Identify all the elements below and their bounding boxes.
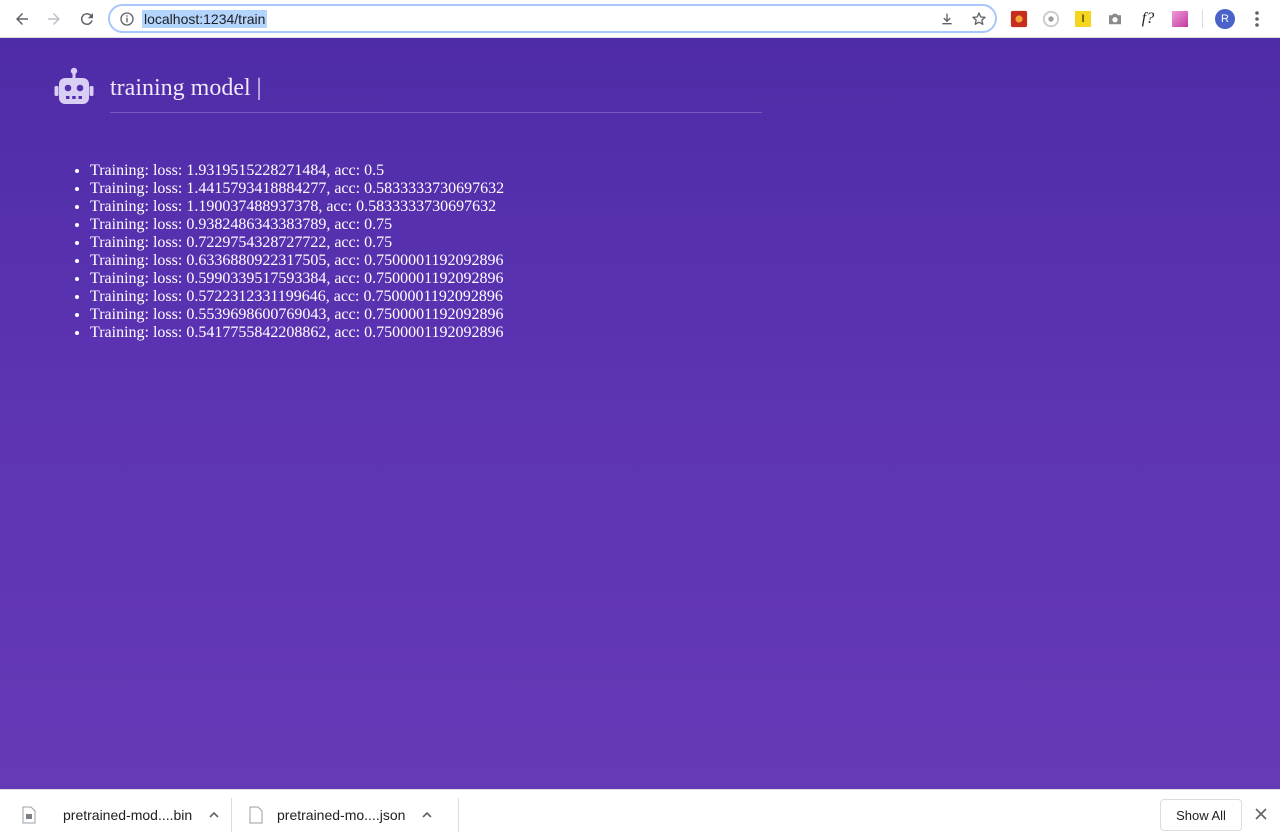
reload-button[interactable] [76,8,98,30]
training-log-entry: Training: loss: 0.6336880922317505, acc:… [90,252,504,270]
file-json-icon [249,806,263,824]
file-bin-icon [22,806,36,824]
training-log: Training: loss: 1.9319515228271484, acc:… [90,162,504,342]
ext-yellow-icon[interactable]: I [1073,9,1093,29]
address-bar[interactable]: localhost:1234/train [108,4,997,33]
training-log-entry: Training: loss: 1.190037488937378, acc: … [90,198,504,216]
ext-circle-icon[interactable] [1041,9,1061,29]
training-log-entry: Training: loss: 0.5417755842208862, acc:… [90,324,504,342]
arrow-left-icon [16,13,28,25]
profile-avatar[interactable]: R [1215,9,1235,29]
back-button[interactable] [11,8,33,30]
info-icon[interactable] [119,11,135,27]
install-download-icon[interactable] [939,11,955,27]
robot-icon [54,67,94,104]
toolbar-divider [1202,10,1203,28]
more-menu-icon[interactable] [1248,9,1266,29]
forward-button[interactable] [43,8,65,30]
training-log-entry: Training: loss: 0.5990339517593384, acc:… [90,270,504,288]
chevron-up-icon[interactable] [421,809,433,821]
download-item-bin[interactable]: pretrained-mod....bin [22,790,220,839]
reload-icon [80,13,93,26]
close-icon[interactable] [1254,807,1268,821]
training-log-entry: Training: loss: 0.7229754328727722, acc:… [90,234,504,252]
font-f-icon[interactable]: f? [1138,9,1158,29]
download-item-json[interactable]: pretrained-mo....json [249,790,433,839]
training-log-entry: Training: loss: 0.5539698600769043, acc:… [90,306,504,324]
training-log-entry: Training: loss: 0.9382486343383789, acc:… [90,216,504,234]
download-filename: pretrained-mod....bin [63,807,193,823]
download-filename: pretrained-mo....json [277,807,406,823]
download-divider [458,798,459,832]
browser-toolbar: localhost:1234/train I f? R [0,0,1280,38]
gradient-icon[interactable] [1170,9,1190,29]
download-shelf: pretrained-mod....bin pretrained-mo....j… [0,789,1280,839]
download-divider [231,798,232,832]
arrow-right-icon [48,13,60,25]
ext-red-icon[interactable] [1009,9,1029,29]
training-log-entry: Training: loss: 0.5722312331199646, acc:… [90,288,504,306]
page-title: training model | [110,75,262,101]
bookmark-star-icon[interactable] [971,11,987,27]
show-all-button[interactable]: Show All [1160,799,1242,831]
page-content: training model | Training: loss: 1.93195… [0,38,1280,789]
url-text[interactable]: localhost:1234/train [142,10,268,28]
title-divider [110,112,762,113]
camera-icon[interactable] [1105,9,1125,29]
chevron-up-icon[interactable] [208,809,220,821]
training-log-entry: Training: loss: 1.4415793418884277, acc:… [90,180,504,198]
training-log-entry: Training: loss: 1.9319515228271484, acc:… [90,162,504,180]
